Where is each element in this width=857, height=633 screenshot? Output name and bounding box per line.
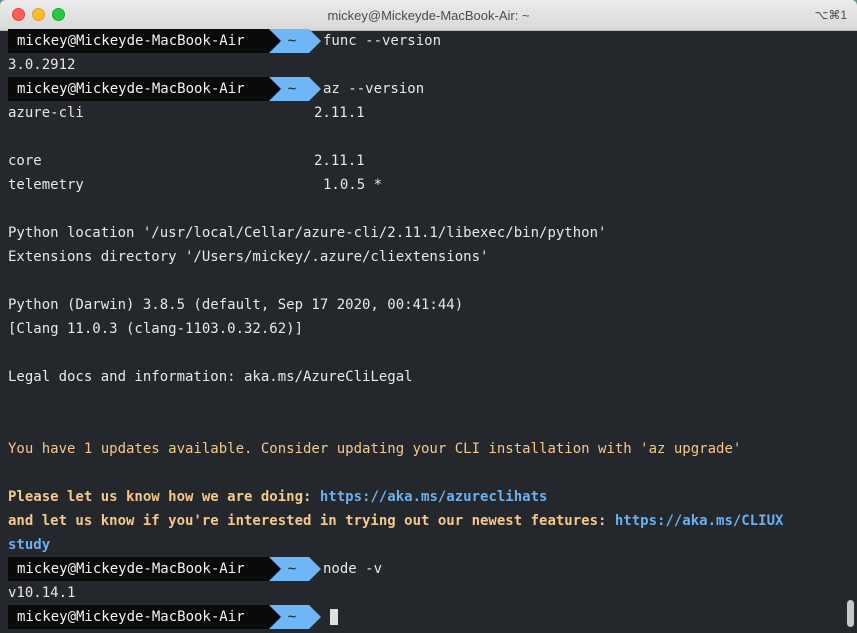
core-version: 2.11.1	[314, 153, 365, 169]
prompt-user: mickey@Mickeyde-MacBook-Air	[8, 605, 269, 629]
feedback-link[interactable]: https://aka.ms/azureclihats	[320, 489, 548, 505]
prompt-dir: ~	[269, 29, 321, 53]
features-text: and let us know if you're interested in …	[8, 513, 615, 529]
window-title: mickey@Mickeyde-MacBook-Air: ~	[327, 8, 530, 23]
feedback-text: Please let us know how we are doing:	[8, 489, 320, 505]
prompt-user: mickey@Mickeyde-MacBook-Air	[8, 77, 269, 101]
window-shortcut: ⌥⌘1	[814, 8, 847, 22]
prompt-dir: ~	[269, 77, 321, 101]
azure-cli-label: azure-cli	[8, 105, 84, 121]
features-link-wrap[interactable]: study	[8, 533, 50, 557]
azure-cli-version: 2.11.1	[314, 105, 365, 121]
terminal-window: mickey@Mickeyde-MacBook-Air: ~ ⌥⌘1 micke…	[0, 0, 857, 633]
prompt-user: mickey@Mickeyde-MacBook-Air	[8, 29, 269, 53]
terminal-content[interactable]: mickey@Mickeyde-MacBook-Air ~ func --ver…	[0, 29, 857, 633]
command-az-version: az --version	[323, 81, 425, 97]
prompt-dir: ~	[269, 557, 321, 581]
text-cursor	[330, 609, 338, 625]
extensions-directory: Extensions directory '/Users/mickey/.azu…	[8, 249, 489, 265]
telemetry-label: telemetry	[8, 177, 84, 193]
python-location: Python location '/usr/local/Cellar/azure…	[8, 225, 607, 241]
python-version: Python (Darwin) 3.8.5 (default, Sep 17 2…	[8, 297, 464, 313]
prompt-user: mickey@Mickeyde-MacBook-Air	[8, 557, 269, 581]
legal-docs: Legal docs and information: aka.ms/Azure…	[8, 369, 413, 385]
feedback-line: Please let us know how we are doing: htt…	[8, 485, 547, 509]
prompt-dir: ~	[269, 605, 321, 629]
func-version-output: 3.0.2912	[8, 57, 76, 73]
clang-version: [Clang 11.0.3 (clang-1103.0.32.62)]	[8, 321, 304, 337]
telemetry-version: 1.0.5 *	[323, 177, 383, 193]
updates-notice: You have 1 updates available. Consider u…	[8, 441, 742, 457]
features-line: and let us know if you're interested in …	[8, 509, 783, 533]
core-label: core	[8, 153, 42, 169]
command-func-version: func --version	[323, 33, 442, 49]
title-bar: mickey@Mickeyde-MacBook-Air: ~ ⌥⌘1	[0, 0, 857, 31]
node-version-output: v10.14.1	[8, 585, 76, 601]
command-node-version: node -v	[323, 561, 383, 577]
scrollbar-thumb[interactable]	[847, 600, 854, 627]
features-link[interactable]: https://aka.ms/CLIUX	[615, 513, 784, 529]
